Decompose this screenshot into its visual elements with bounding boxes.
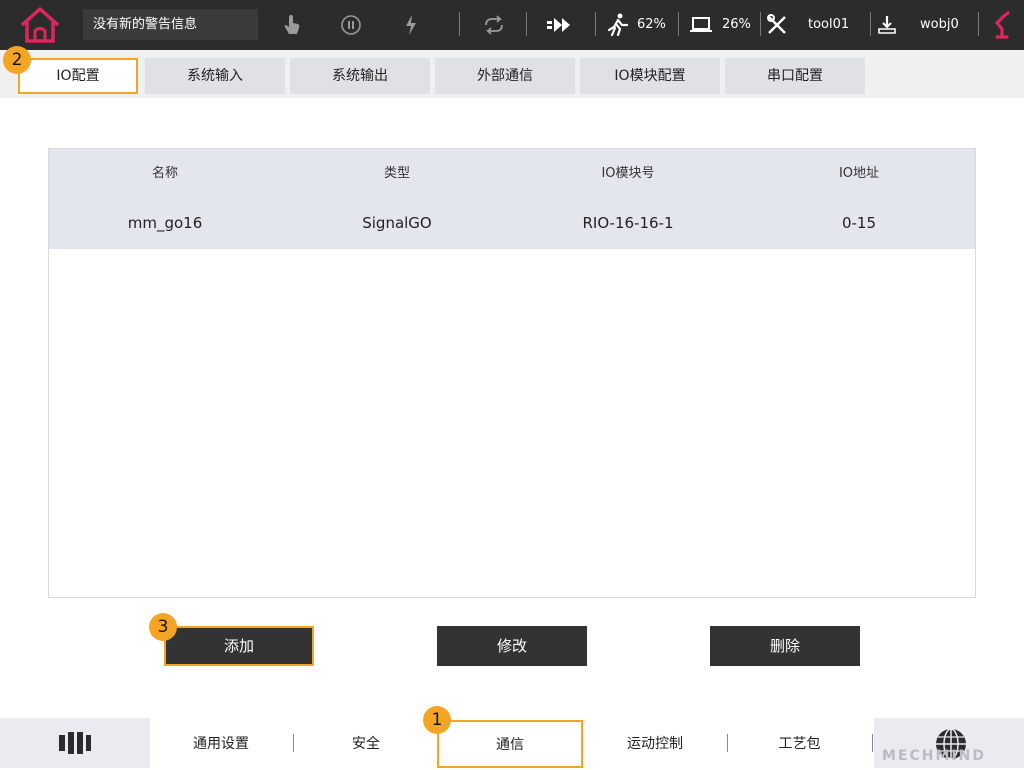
power-bolt-icon[interactable] — [396, 10, 426, 40]
tab-io-module-config[interactable]: IO模块配置 — [580, 58, 720, 94]
workobject-name[interactable]: wobj0 — [920, 0, 959, 50]
nav-general-settings[interactable]: 通用设置 — [150, 718, 292, 768]
nav-safety[interactable]: 安全 — [294, 718, 438, 768]
column-header-type: 类型 — [383, 166, 410, 181]
menu-panel[interactable] — [0, 718, 150, 768]
column-header-module: IO模块号 — [601, 166, 655, 181]
divider — [678, 12, 679, 36]
divider — [872, 734, 873, 752]
modify-button[interactable]: 修改 — [437, 626, 587, 666]
bottom-nav-bar: 通用设置 安全 通信 运动控制 工艺包 MECHMIND — [0, 718, 1024, 768]
tab-io-config[interactable]: IO配置 — [18, 58, 138, 94]
speed-percentage: 62% — [637, 17, 666, 32]
divider — [459, 12, 460, 36]
table-cell: 0-15 — [841, 214, 877, 232]
add-button[interactable]: 添加 — [164, 626, 314, 666]
step-badge-1: 1 — [423, 706, 451, 734]
hand-icon[interactable] — [277, 10, 307, 40]
tool-name[interactable]: tool01 — [808, 0, 849, 50]
column-header-name: 名称 — [151, 166, 178, 181]
tab-external-comm[interactable]: 外部通信 — [435, 58, 575, 94]
robot-arm-icon[interactable] — [987, 10, 1017, 40]
run-mode-arrow-icon[interactable] — [546, 10, 576, 40]
pause-icon[interactable] — [336, 10, 366, 40]
tool-wrench-icon[interactable] — [762, 10, 792, 40]
step-badge-2: 2 — [3, 46, 31, 74]
column-header-address: IO地址 — [838, 166, 880, 181]
nav-motion-control[interactable]: 运动控制 — [584, 718, 726, 768]
table-cell: RIO-16-16-1 — [582, 214, 674, 232]
top-status-bar: 没有新的警告信息 62% 26% tool01 wobj0 — [0, 0, 1024, 50]
home-icon[interactable] — [18, 4, 62, 46]
divider — [760, 12, 761, 36]
nav-communication[interactable]: 通信 — [437, 720, 583, 768]
tab-serial-config[interactable]: 串口配置 — [725, 58, 865, 94]
divider — [595, 12, 596, 36]
table-header: 名称 类型 IO模块号 IO地址 — [49, 149, 975, 199]
divider — [870, 12, 871, 36]
cycle-mode-icon[interactable] — [479, 10, 509, 40]
alarm-message[interactable]: 没有新的警告信息 — [83, 9, 258, 40]
table-cell: SignalGO — [362, 214, 432, 232]
divider — [526, 12, 527, 36]
tab-system-input[interactable]: 系统输入 — [145, 58, 285, 94]
io-signal-table: 名称 类型 IO模块号 IO地址 mm_go16 SignalGO RIO-16… — [48, 148, 976, 598]
laptop-icon[interactable] — [686, 10, 716, 40]
divider — [978, 12, 979, 36]
table-row[interactable]: mm_go16 SignalGO RIO-16-16-1 0-15 — [49, 199, 975, 249]
tab-system-output[interactable]: 系统输出 — [290, 58, 430, 94]
delete-button[interactable]: 删除 — [710, 626, 860, 666]
battery-percentage: 26% — [722, 17, 751, 32]
speed-runner-icon[interactable] — [603, 10, 633, 40]
step-badge-3: 3 — [149, 613, 177, 641]
nav-process-package[interactable]: 工艺包 — [728, 718, 871, 768]
watermark-logo: MECHMIND — [882, 748, 986, 764]
io-tab-bar: IO配置 系统输入 系统输出 外部通信 IO模块配置 串口配置 — [0, 50, 1024, 98]
workobject-icon[interactable] — [872, 10, 902, 40]
language-panel[interactable]: MECHMIND — [874, 718, 1024, 768]
panels-icon — [59, 732, 91, 754]
table-cell: mm_go16 — [127, 214, 203, 232]
